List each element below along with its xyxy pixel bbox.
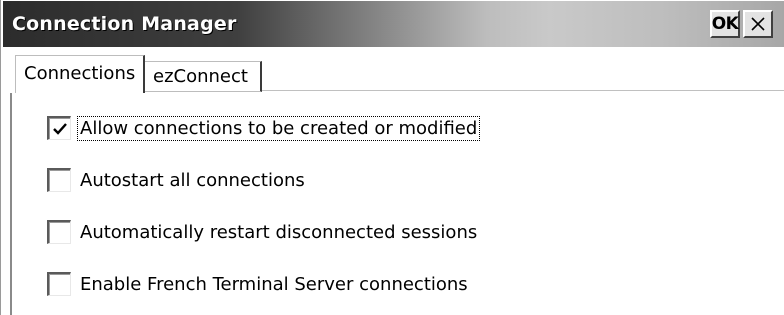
tab-ezconnect-label: ezConnect — [153, 66, 248, 87]
window-title: Connection Manager — [12, 13, 237, 35]
panel-left-border — [10, 93, 12, 315]
french-terminal-checkbox[interactable] — [47, 272, 71, 296]
allow-connections-option[interactable]: Allow connections to be created or modif… — [47, 115, 481, 141]
tab-connections-label: Connections — [24, 63, 136, 84]
french-terminal-label[interactable]: Enable French Terminal Server connection… — [78, 273, 470, 296]
auto-restart-option[interactable]: Automatically restart disconnected sessi… — [47, 219, 479, 245]
ok-button-label: OK — [711, 14, 739, 34]
ok-button[interactable]: OK — [710, 10, 740, 38]
tab-ezconnect[interactable]: ezConnect — [145, 61, 262, 92]
tab-connections[interactable]: Connections — [15, 55, 145, 93]
close-icon — [751, 17, 765, 31]
allow-connections-label[interactable]: Allow connections to be created or modif… — [76, 115, 481, 141]
autostart-checkbox[interactable] — [47, 168, 71, 192]
checkmark-icon — [53, 123, 67, 135]
connections-panel: Allow connections to be created or modif… — [1, 93, 784, 315]
french-terminal-option[interactable]: Enable French Terminal Server connection… — [47, 271, 470, 297]
allow-connections-checkbox[interactable] — [47, 116, 71, 140]
connection-manager-window: Connection Manager OK Connections ezConn… — [0, 0, 784, 315]
auto-restart-checkbox[interactable] — [47, 220, 71, 244]
auto-restart-label[interactable]: Automatically restart disconnected sessi… — [78, 221, 479, 244]
close-button[interactable] — [743, 10, 773, 38]
tab-strip: Connections ezConnect — [1, 47, 784, 93]
autostart-label[interactable]: Autostart all connections — [78, 169, 307, 192]
title-bar: Connection Manager OK — [3, 1, 784, 47]
autostart-option[interactable]: Autostart all connections — [47, 167, 307, 193]
